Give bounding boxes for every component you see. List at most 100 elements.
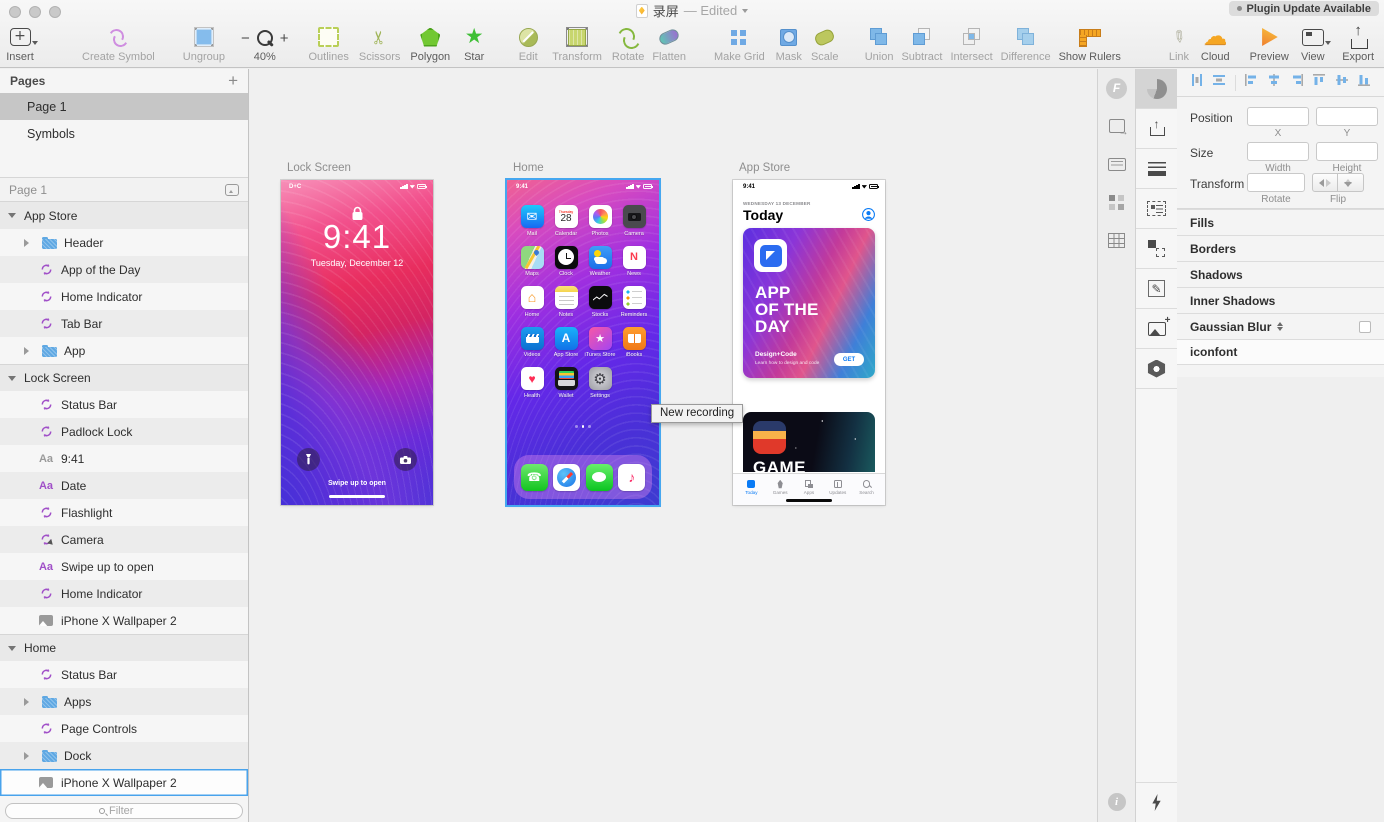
layer-item-home-indicator[interactable]: Home Indicator [0, 283, 248, 310]
app-appstore[interactable]: App Store [551, 327, 581, 359]
camera-button[interactable] [394, 448, 417, 471]
layer-item-flashlight[interactable]: Flashlight [0, 499, 248, 526]
components-button[interactable] [1098, 183, 1135, 221]
toolbar-rotate-button[interactable]: Rotate [612, 24, 644, 63]
section-inner-shadows[interactable]: Inner Shadows [1177, 287, 1384, 313]
layer-item-padlock-lock[interactable]: Padlock Lock [0, 418, 248, 445]
app-settings[interactable]: Settings [585, 367, 615, 399]
toolbar-preview-button[interactable]: Preview [1250, 24, 1289, 63]
distribute-vertical-icon[interactable] [1212, 73, 1226, 92]
annotate-button[interactable] [1136, 269, 1177, 309]
toolbar-zoom-button[interactable]: −+40% [241, 28, 289, 63]
section-gaussian-blur[interactable]: Gaussian Blur [1177, 313, 1384, 339]
expand-caret-icon[interactable] [24, 752, 33, 760]
align-left-icon[interactable] [1244, 73, 1258, 92]
toolbar-scale-button[interactable]: Scale [811, 24, 839, 63]
canvas[interactable]: Lock Screen Home App Store D+C 9:41 Tues… [250, 69, 1097, 822]
toolbar-link-button[interactable]: Link [1165, 24, 1193, 63]
dock-phone-icon[interactable] [521, 464, 548, 491]
grid-button[interactable] [1098, 221, 1135, 259]
toolbar-mask-button[interactable]: Mask [775, 24, 803, 63]
layer-item-app[interactable]: App [0, 337, 248, 364]
filter-input[interactable] [109, 805, 149, 817]
layers-stack-button[interactable] [1136, 149, 1177, 189]
app-weather[interactable]: Weather [585, 246, 615, 278]
toolbar-intersect-button[interactable]: Intersect [950, 24, 992, 63]
layer-artboard-lock-screen[interactable]: Lock Screen [0, 364, 248, 391]
app-photos[interactable]: Photos [585, 205, 615, 237]
app-wallet[interactable]: Wallet [551, 367, 581, 399]
layer-item-home-indicator[interactable]: Home Indicator [0, 580, 248, 607]
align-right-icon[interactable] [1290, 73, 1304, 92]
layer-item-page-controls[interactable]: Page Controls [0, 715, 248, 742]
layer-item-iphone-x-wallpaper-2[interactable]: iPhone X Wallpaper 2 [0, 769, 248, 796]
toolbar-show-rulers-button[interactable]: Show Rulers [1059, 24, 1121, 63]
toolbar-export-button[interactable]: Export [1342, 24, 1374, 63]
distribute-horizontal-icon[interactable] [1190, 73, 1204, 92]
artboard-label-app-store[interactable]: App Store [739, 162, 790, 174]
layer-item-date[interactable]: AaDate [0, 472, 248, 499]
layer-item-tab-bar[interactable]: Tab Bar [0, 310, 248, 337]
store-tab-search[interactable]: Search [855, 480, 879, 496]
list-view-button[interactable] [1098, 145, 1135, 183]
spec-card-button[interactable] [1136, 189, 1177, 229]
toolbar-scissors-button[interactable]: Scissors [359, 24, 401, 63]
expand-caret-icon[interactable] [24, 347, 33, 355]
section-iconfont[interactable]: iconfont [1177, 339, 1384, 365]
size-height-input[interactable] [1316, 142, 1378, 161]
export-page-button[interactable] [1098, 107, 1135, 145]
toolbar-polygon-button[interactable]: Polygon [410, 24, 450, 63]
info-button[interactable]: i [1098, 782, 1135, 822]
toolbar-create-symbol-button[interactable]: Create Symbol [82, 24, 155, 63]
section-shadows[interactable]: Shadows [1177, 261, 1384, 287]
collapse-caret-icon[interactable] [8, 213, 16, 222]
app-books[interactable]: iBooks [619, 327, 649, 359]
expand-caret-icon[interactable] [24, 239, 33, 247]
plugin-logo-f[interactable]: F [1098, 69, 1135, 107]
app-clock[interactable]: Clock [551, 246, 581, 278]
layer-item-camera[interactable]: Camera [0, 526, 248, 553]
app-maps[interactable]: Maps [517, 246, 547, 278]
section-fills[interactable]: Fills [1177, 209, 1384, 235]
toolbar-transform-button[interactable]: Transform [552, 24, 602, 63]
layer-item-header[interactable]: Header [0, 229, 248, 256]
page-item-symbols[interactable]: Symbols [0, 120, 248, 147]
layer-filter[interactable] [5, 803, 243, 819]
collapse-caret-icon[interactable] [8, 646, 16, 655]
toolbar-make-grid-button[interactable]: Make Grid [714, 24, 765, 63]
get-button[interactable]: GET [834, 353, 864, 366]
settings-hex-button[interactable] [1136, 349, 1177, 389]
position-x-input[interactable] [1247, 107, 1309, 126]
layer-item-status-bar[interactable]: Status Bar [0, 661, 248, 688]
app-stocks[interactable]: Stocks [585, 286, 615, 318]
title-dropdown-caret[interactable] [742, 9, 748, 16]
page-item-page-1[interactable]: Page 1 [0, 93, 248, 120]
plugin-update-badge[interactable]: Plugin Update Available [1229, 1, 1380, 16]
toolbar-edit-button[interactable]: Edit [514, 24, 542, 63]
flip-horizontal-button[interactable] [1312, 173, 1338, 192]
artboard-home[interactable]: 9:41 MailThursday28CalendarPhotosCameraM… [507, 180, 659, 505]
toolbar-view-button[interactable]: View [1299, 24, 1327, 63]
toolbar-ungroup-button[interactable]: Ungroup [183, 24, 225, 63]
layer-artboard-app-store[interactable]: App Store [0, 202, 248, 229]
selection-button[interactable] [1136, 229, 1177, 269]
toolbar-star-button[interactable]: Star [460, 24, 488, 63]
artboard-app-store[interactable]: 9:41 WEDNESDAY 13 DECEMBER Today APPOF T… [733, 180, 885, 505]
blur-type-stepper-icon[interactable] [1277, 319, 1283, 334]
app-health[interactable]: Health [517, 367, 547, 399]
layer-item-9-41[interactable]: Aa9:41 [0, 445, 248, 472]
dock-messages-icon[interactable] [586, 464, 613, 491]
add-page-button[interactable]: + [228, 74, 238, 88]
toolbar-subtract-button[interactable]: Subtract [901, 24, 942, 63]
app-calendar[interactable]: Thursday28Calendar [551, 205, 581, 237]
layer-item-swipe-up-to-open[interactable]: AaSwipe up to open [0, 553, 248, 580]
zoom-in-button[interactable]: + [280, 32, 289, 46]
layer-item-dock[interactable]: Dock [0, 742, 248, 769]
layer-item-apps[interactable]: Apps [0, 688, 248, 715]
align-center-icon[interactable] [1267, 73, 1281, 92]
toolbar-union-button[interactable]: Union [865, 24, 894, 63]
layer-item-status-bar[interactable]: Status Bar [0, 391, 248, 418]
store-tab-updates[interactable]: Updates [826, 480, 850, 496]
game-card[interactable]: GAME [743, 412, 875, 472]
expand-caret-icon[interactable] [24, 698, 33, 706]
